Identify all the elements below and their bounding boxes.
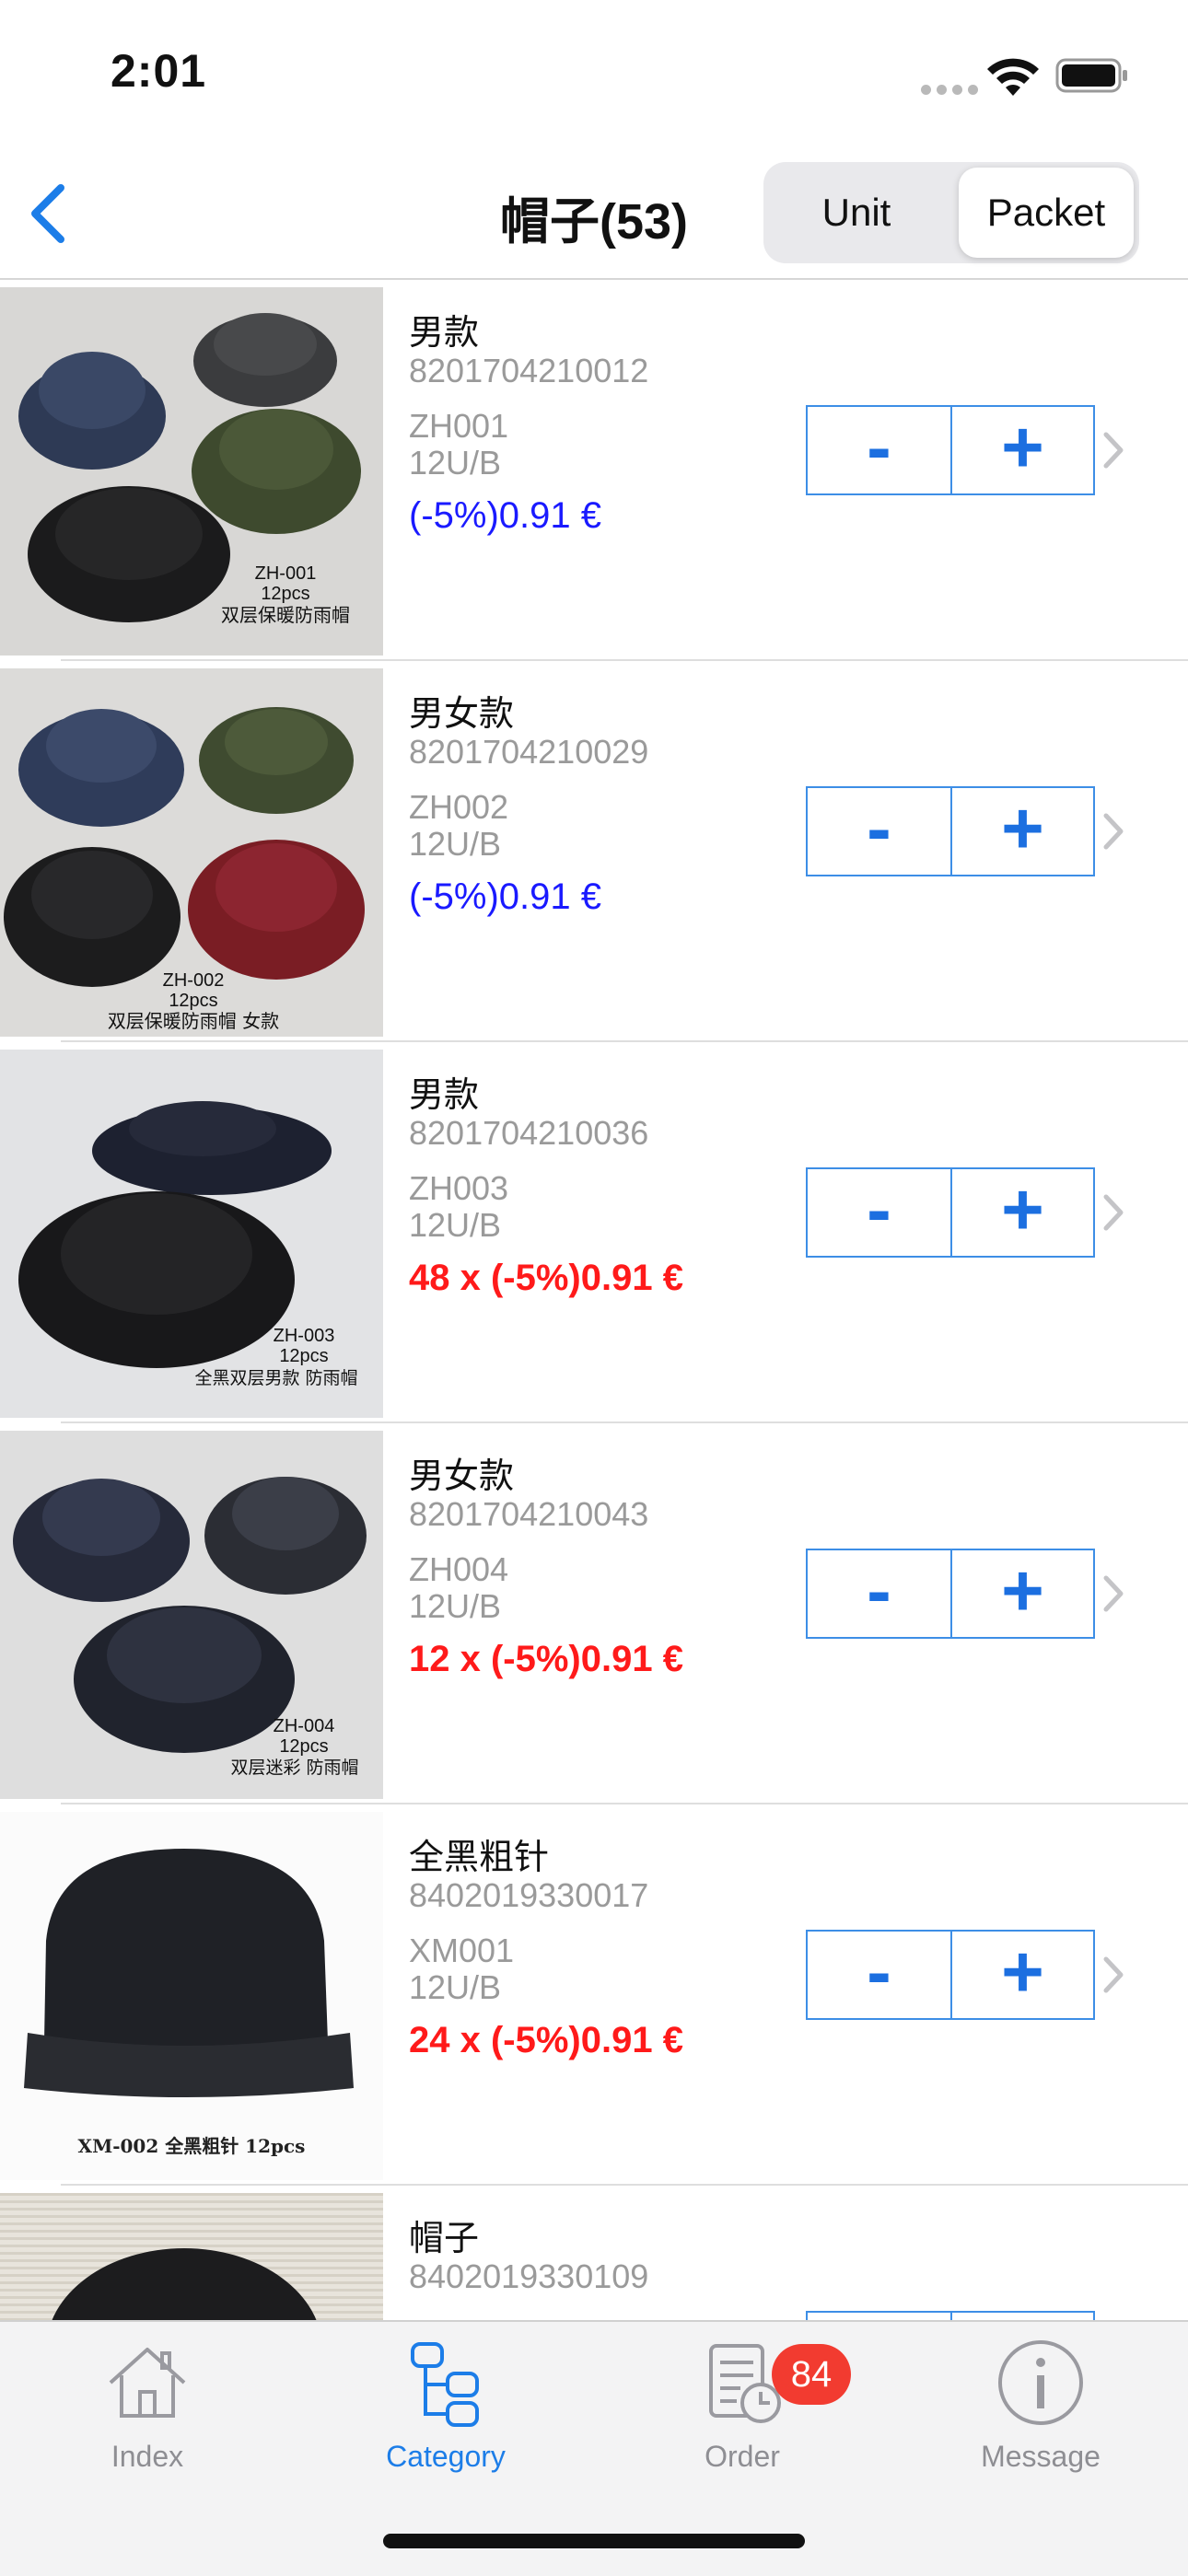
product-barcode: 8201704210036 (409, 1114, 649, 1152)
product-code: ZH002 (409, 788, 509, 826)
tab-category[interactable]: Category (344, 2337, 547, 2475)
chevron-right-icon[interactable] (1101, 427, 1125, 473)
image-caption: ZH-004 (274, 1716, 335, 1736)
product-pack-size: 12U/B (409, 444, 502, 482)
image-caption: 双层迷彩 防雨帽 (230, 1758, 358, 1778)
decrement-button[interactable]: - (808, 407, 952, 493)
image-caption: XM-002 全黑粗针 12pcs (78, 2135, 306, 2157)
decrement-button[interactable]: - (808, 1169, 952, 1256)
product-barcode: 8201704210029 (409, 733, 649, 771)
quantity-stepper: - + (806, 1167, 1095, 1258)
wifi-icon (987, 58, 1039, 96)
tab-label: Category (386, 2440, 506, 2473)
page-title: 帽子(53) (499, 194, 689, 249)
product-name: 男款 (409, 1076, 480, 1115)
image-caption: ZH-002 (163, 970, 225, 991)
product-name: 全黑粗针 (409, 1839, 550, 1877)
category-tree-icon (411, 2342, 479, 2427)
product-price: 12 x (-5%)0.91 € (409, 1639, 683, 1679)
product-name: 男款 (409, 314, 480, 353)
product-image: ZH-003 12pcs 全黑双层男款 防雨帽 (0, 1050, 383, 1418)
product-price: 24 x (-5%)0.91 € (409, 2020, 683, 2060)
product-row[interactable]: ZH-003 12pcs 全黑双层男款 防雨帽 男款 8201704210036… (0, 1042, 1188, 1423)
product-row[interactable]: ZH-002 12pcs 双层保暖防雨帽 女款 男女款 820170421002… (0, 661, 1188, 1042)
home-icon (109, 2348, 186, 2418)
increment-button[interactable]: + (951, 407, 1094, 493)
home-indicator[interactable] (383, 2534, 805, 2548)
decrement-button[interactable]: - (808, 788, 952, 875)
order-count-badge: 84 (772, 2344, 851, 2405)
tab-label: Index (111, 2440, 184, 2473)
unit-packet-segmented-control: Unit Packet (763, 162, 1139, 263)
increment-button[interactable]: + (951, 1169, 1094, 1256)
increment-button[interactable]: + (951, 788, 1094, 875)
info-circle-icon (998, 2340, 1083, 2425)
product-code: ZH001 (409, 407, 509, 445)
image-caption: 双层保暖防雨帽 (221, 604, 350, 626)
image-caption: 12pcs (279, 1346, 328, 1366)
product-row[interactable]: 帽子 8402019330109 - + (0, 2186, 1188, 2322)
quantity-stepper: - + (806, 405, 1095, 495)
product-image (0, 2193, 383, 2322)
segment-packet[interactable]: Packet (959, 168, 1134, 258)
status-time: 2:01 (111, 45, 207, 97)
product-row[interactable]: ZH-004 12pcs 双层迷彩 防雨帽 男女款 8201704210043 … (0, 1423, 1188, 1804)
product-code: ZH003 (409, 1169, 509, 1207)
product-list[interactable]: ZH-001 12pcs 双层保暖防雨帽 男款 8201704210012 ZH… (0, 280, 1188, 2322)
battery-icon (1055, 58, 1127, 93)
image-caption: 12pcs (279, 1736, 328, 1757)
cellular-signal-icon (921, 83, 984, 99)
quantity-stepper: - + (806, 1930, 1095, 2020)
product-barcode: 8201704210012 (409, 352, 649, 389)
increment-button[interactable]: + (951, 1550, 1094, 1637)
chevron-right-icon[interactable] (1101, 1189, 1125, 1236)
product-image: ZH-004 12pcs 双层迷彩 防雨帽 (0, 1431, 383, 1799)
product-name: 男女款 (409, 695, 515, 734)
tab-message[interactable]: Message (939, 2337, 1142, 2475)
image-caption: ZH-003 (274, 1326, 335, 1346)
tab-label: Message (981, 2440, 1101, 2473)
product-code: XM001 (409, 1932, 515, 1969)
chevron-right-icon[interactable] (1101, 1952, 1125, 1998)
chevron-right-icon[interactable] (1101, 808, 1125, 854)
product-pack-size: 12U/B (409, 1587, 502, 1625)
product-pack-size: 12U/B (409, 825, 502, 863)
chevron-right-icon[interactable] (1101, 1571, 1125, 1617)
product-name: 男女款 (409, 1457, 515, 1496)
product-name: 帽子 (409, 2220, 480, 2258)
navigation-bar: 帽子(53) Unit Packet (0, 147, 1188, 280)
back-chevron-icon[interactable] (20, 177, 76, 250)
product-image: ZH-002 12pcs 双层保暖防雨帽 女款 (0, 668, 383, 1037)
tab-label: Order (705, 2440, 780, 2473)
tab-order[interactable]: Order 84 (641, 2337, 851, 2475)
product-pack-size: 12U/B (409, 1206, 502, 1244)
segment-unit[interactable]: Unit (769, 168, 944, 258)
product-barcode: 8402019330017 (409, 1876, 649, 1914)
product-barcode: 8402019330109 (409, 2257, 649, 2295)
image-caption: ZH-001 (255, 563, 317, 584)
image-caption: 12pcs (169, 991, 217, 1011)
product-pack-size: 12U/B (409, 1968, 502, 2006)
image-caption: 双层保暖防雨帽 女款 (108, 1010, 279, 1032)
product-price: (-5%)0.91 € (409, 876, 601, 917)
product-row[interactable]: XM-002 全黑粗针 12pcs 全黑粗针 8402019330017 XM0… (0, 1804, 1188, 2186)
tab-index[interactable]: Index (46, 2337, 249, 2475)
image-caption: 12pcs (261, 584, 309, 604)
product-price: (-5%)0.91 € (409, 495, 601, 536)
decrement-button[interactable]: - (808, 1550, 952, 1637)
status-bar: 2:01 (0, 0, 1188, 147)
quantity-stepper: - + (806, 786, 1095, 876)
decrement-button[interactable]: - (808, 1932, 952, 2018)
product-barcode: 8201704210043 (409, 1495, 649, 1533)
product-image: ZH-001 12pcs 双层保暖防雨帽 (0, 287, 383, 656)
product-row[interactable]: ZH-001 12pcs 双层保暖防雨帽 男款 8201704210012 ZH… (0, 280, 1188, 661)
image-caption: 全黑双层男款 防雨帽 (194, 1368, 357, 1388)
product-price: 48 x (-5%)0.91 € (409, 1258, 683, 1298)
product-image: XM-002 全黑粗针 12pcs (0, 1812, 383, 2180)
increment-button[interactable]: + (951, 1932, 1094, 2018)
quantity-stepper: - + (806, 1549, 1095, 1639)
product-code: ZH004 (409, 1550, 509, 1588)
